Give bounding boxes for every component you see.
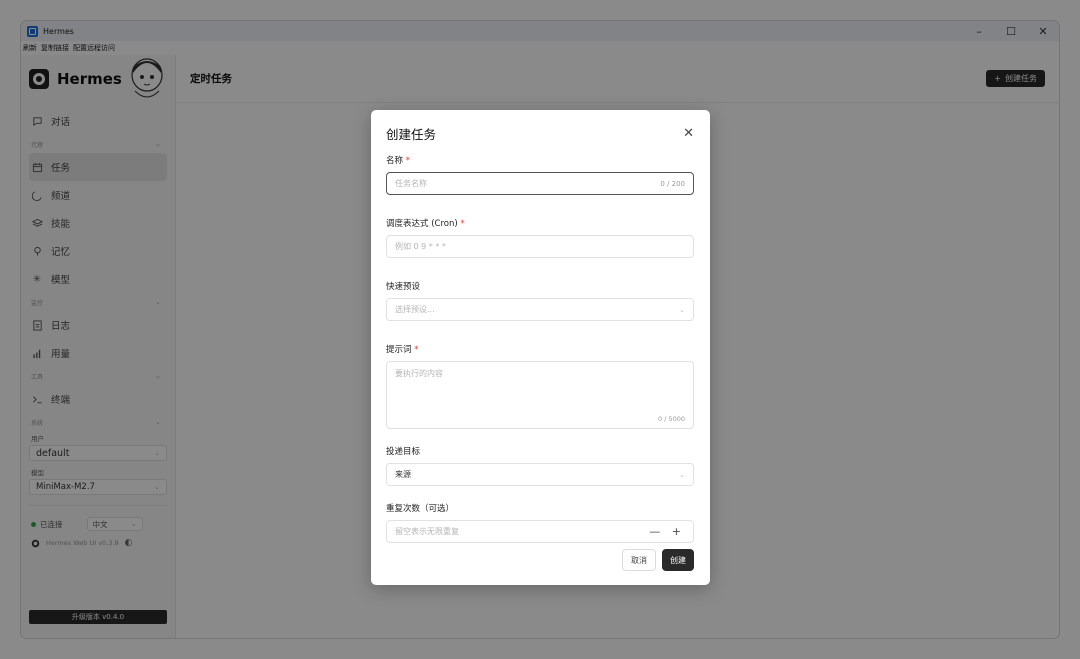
required-mark: * bbox=[460, 219, 465, 229]
target-label-text: 投递目标 bbox=[386, 447, 421, 457]
preset-placeholder: 选择预设... bbox=[395, 305, 435, 314]
repeat-label-text: 重复次数（可选） bbox=[386, 504, 455, 514]
preset-label: 快速预设 bbox=[386, 280, 694, 292]
cron-label-text: 调度表达式 (Cron) bbox=[386, 219, 458, 229]
name-placeholder: 任务名称 bbox=[395, 179, 427, 188]
name-counter: 0 / 200 bbox=[660, 179, 685, 188]
target-label: 投递目标 bbox=[386, 445, 694, 457]
target-value: 来源 bbox=[395, 470, 411, 479]
prompt-placeholder: 要执行的内容 bbox=[395, 369, 443, 378]
close-icon[interactable]: ✕ bbox=[683, 126, 694, 141]
prompt-label-text: 提示词 bbox=[386, 345, 412, 355]
name-input[interactable]: 任务名称 0 / 200 bbox=[386, 172, 694, 195]
dialog-title: 创建任务 bbox=[386, 126, 437, 142]
target-select[interactable]: 来源 ⌄ bbox=[386, 463, 694, 486]
prompt-textarea[interactable]: 要执行的内容 0 / 5000 bbox=[386, 361, 694, 429]
dialog-footer: 取消 创建 bbox=[622, 549, 694, 571]
prompt-label: 提示词 * bbox=[386, 343, 694, 355]
create-task-dialog: 创建任务 ✕ 名称 * 任务名称 0 / 200 调度表达式 (Cron) * … bbox=[371, 110, 710, 585]
required-mark: * bbox=[405, 156, 410, 166]
preset-select[interactable]: 选择预设... ⌄ bbox=[386, 298, 694, 321]
chevron-down-icon: ⌄ bbox=[679, 305, 685, 314]
cancel-button[interactable]: 取消 bbox=[622, 549, 656, 571]
name-label-text: 名称 bbox=[386, 156, 404, 166]
preset-label-text: 快速预设 bbox=[386, 282, 421, 292]
repeat-stepper[interactable]: — + bbox=[649, 525, 685, 538]
cron-input[interactable]: 例如 0 9 * * * bbox=[386, 235, 694, 258]
repeat-label: 重复次数（可选） bbox=[386, 502, 694, 514]
repeat-placeholder: 留空表示无限重复 bbox=[395, 527, 459, 536]
chevron-down-icon: ⌄ bbox=[679, 470, 685, 479]
repeat-input[interactable]: 留空表示无限重复 — + bbox=[386, 520, 694, 543]
create-button[interactable]: 创建 bbox=[662, 549, 694, 571]
name-label: 名称 * bbox=[386, 154, 694, 166]
required-mark: * bbox=[414, 345, 419, 355]
prompt-counter: 0 / 5000 bbox=[658, 415, 685, 423]
cron-label: 调度表达式 (Cron) * bbox=[386, 217, 694, 229]
cron-placeholder: 例如 0 9 * * * bbox=[395, 242, 446, 251]
